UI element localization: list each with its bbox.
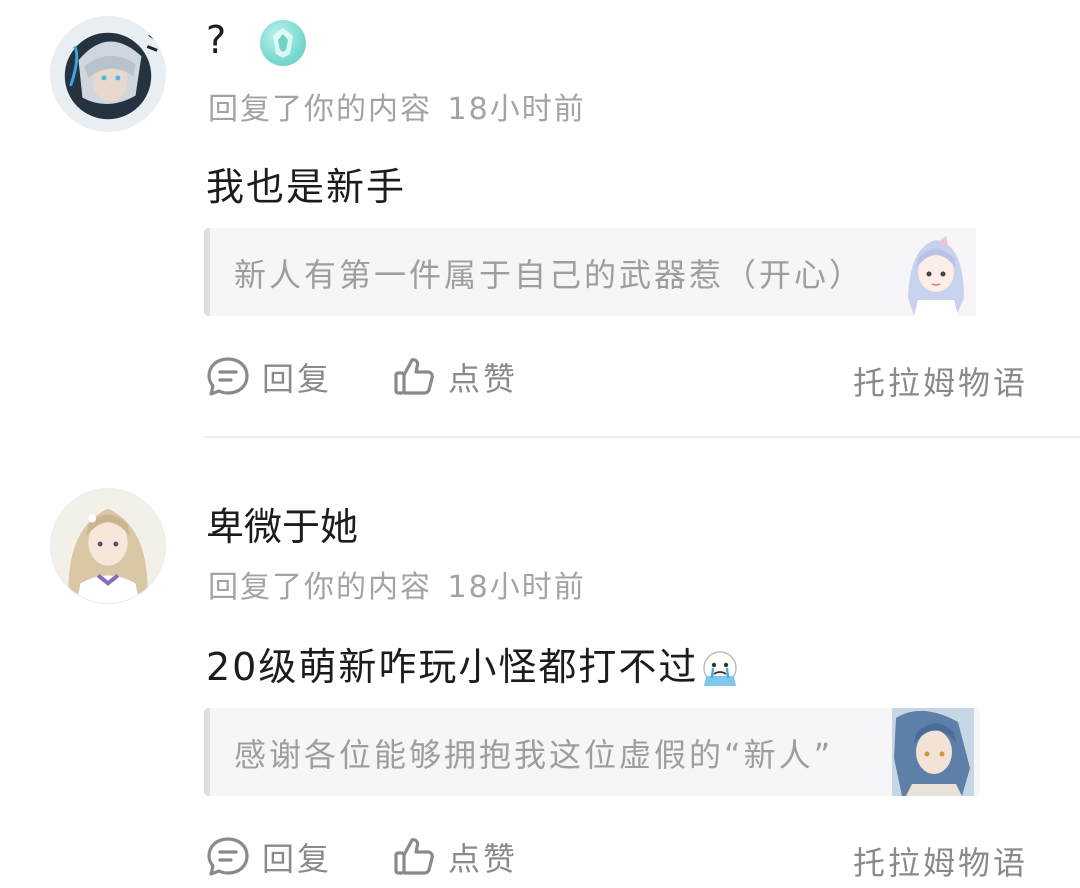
divider <box>204 436 1080 438</box>
reply-text: 我也是新手 <box>206 165 407 209</box>
quoted-post[interactable]: 感谢各位能够拥抱我这位虚假的“新人” <box>204 708 980 796</box>
reply-content: 20级萌新咋玩小怪都打不过 <box>206 636 740 691</box>
comment-bubble-icon <box>207 357 249 396</box>
quoted-text: 新人有第一件属于自己的武器惹（开心） <box>234 256 865 294</box>
reply-time: 18小时前 <box>447 92 586 127</box>
user-avatar[interactable] <box>50 488 166 604</box>
avatar-image <box>51 17 165 131</box>
reply-button-label: 回复 <box>262 360 333 398</box>
reply-button[interactable]: 回复 <box>206 354 332 400</box>
quoted-post-thumbnail <box>894 228 976 316</box>
quoted-post[interactable]: 新人有第一件属于自己的武器惹（开心） <box>204 228 976 316</box>
crying-face-emoji-icon <box>703 650 738 686</box>
user-name[interactable]: ? <box>206 18 226 62</box>
avatar-image <box>51 489 165 603</box>
like-button-label: 点赞 <box>448 360 519 398</box>
source-label[interactable]: 托拉姆物语 <box>853 358 1028 404</box>
reply-meta: 回复了你的内容 18小时前 <box>208 562 590 606</box>
action-text: 回复了你的内容 <box>208 92 432 127</box>
like-button-label: 点赞 <box>448 840 519 878</box>
reply-meta: 回复了你的内容 18小时前 <box>208 84 590 128</box>
like-button[interactable]: 点赞 <box>392 354 518 400</box>
thumbs-up-icon <box>394 358 434 395</box>
reply-button[interactable]: 回复 <box>206 834 332 880</box>
thumbs-up-icon <box>394 838 434 875</box>
quoted-text: 感谢各位能够拥抱我这位虚假的“新人” <box>234 736 834 774</box>
user-name[interactable]: 卑微于她 <box>206 496 358 551</box>
comment-bubble-icon <box>207 837 249 876</box>
reply-content: 我也是新手 <box>206 156 406 211</box>
reply-button-label: 回复 <box>262 840 333 878</box>
reply-text: 20级萌新咋玩小怪都打不过 <box>206 645 699 689</box>
source-label[interactable]: 托拉姆物语 <box>853 838 1028 884</box>
action-text: 回复了你的内容 <box>208 570 432 605</box>
action-bar: 回复 点赞 托拉姆物语 <box>0 832 1080 882</box>
quoted-post-thumbnail <box>892 708 974 796</box>
teal-level-badge-icon <box>260 20 306 66</box>
user-avatar[interactable] <box>50 16 166 132</box>
reply-time: 18小时前 <box>447 570 586 605</box>
action-bar: 回复 点赞 托拉姆物语 <box>0 352 1080 402</box>
like-button[interactable]: 点赞 <box>392 834 518 880</box>
